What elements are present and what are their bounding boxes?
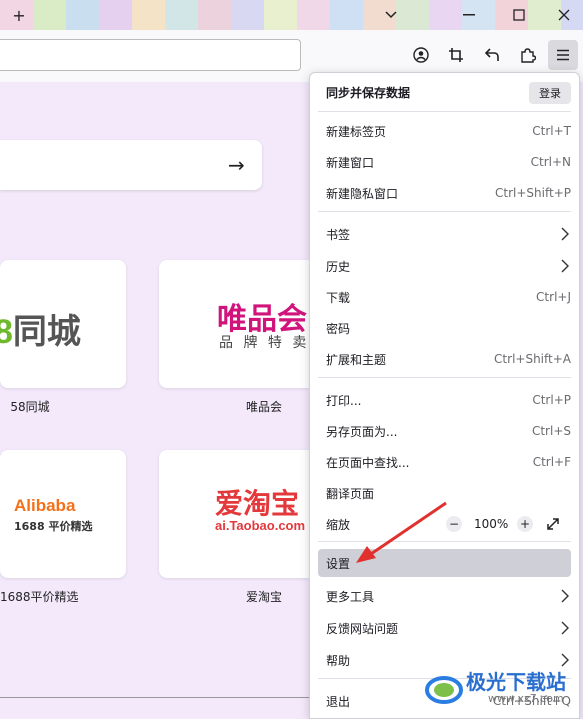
annotation-arrow: [356, 501, 447, 563]
watermark-title: 极光下载站: [466, 670, 566, 694]
watermark: 极光下载站 www.xz7.com: [424, 664, 583, 714]
watermark-logo-icon: [425, 676, 463, 704]
watermark-url: www.xz7.com: [488, 692, 564, 705]
